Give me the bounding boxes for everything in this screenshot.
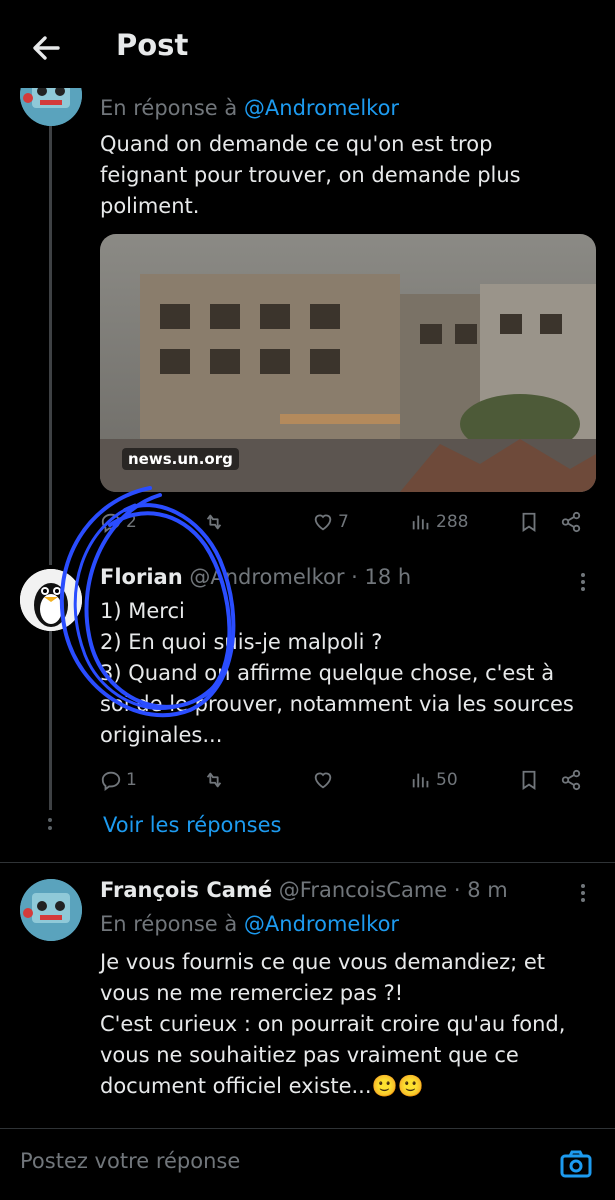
- reply-to-line: En réponse à @Andromelkor: [100, 96, 399, 120]
- views-count: 50: [436, 770, 458, 790]
- reply-icon: [101, 771, 121, 791]
- like-button[interactable]: [312, 765, 338, 795]
- tweet-actions: 1 50: [100, 765, 595, 795]
- views-chart-icon: [412, 515, 429, 530]
- tweet-text-line: 3) Quand on affirme quelque chose, c'est…: [100, 661, 555, 685]
- tweet-actions: 2 7 288: [100, 507, 595, 537]
- reply-to-handle[interactable]: @Andromelkor: [244, 96, 399, 120]
- page-title: Post: [116, 28, 189, 62]
- tweet-text-line: poliment.: [100, 194, 200, 218]
- tweet-header: François Camé @FrancoisCame · 8 m: [100, 878, 508, 902]
- avatar[interactable]: [20, 879, 82, 941]
- views-count: 288: [436, 512, 469, 532]
- heart-icon: [314, 514, 332, 531]
- repost-button[interactable]: [203, 507, 229, 537]
- bookmark-button[interactable]: [518, 765, 540, 795]
- views-chart-icon: [412, 773, 429, 788]
- author-name[interactable]: François Camé: [100, 878, 272, 902]
- share-icon: [561, 511, 581, 533]
- compose-bar: Postez votre réponse: [0, 1128, 615, 1200]
- reply-to-label: En réponse à: [100, 96, 244, 120]
- reply-to-label: En réponse à: [100, 912, 244, 936]
- thread-gap-dots: [48, 818, 53, 838]
- share-icon: [561, 769, 581, 791]
- like-button[interactable]: 7: [312, 507, 349, 537]
- tweet-text-line: Je vous fournis ce que vous demandiez; e…: [100, 950, 546, 974]
- tweet-text: 1) Merci 2) En quoi suis-je malpoli ? 3)…: [100, 596, 574, 751]
- repost-icon: [206, 772, 222, 788]
- bookmark-icon: [522, 512, 536, 532]
- repost-button[interactable]: [203, 765, 229, 795]
- tweet-text: Quand on demande ce qu'on est trop feign…: [100, 129, 521, 222]
- tweet-text-line: soi de le prouver, notamment via les sou…: [100, 692, 574, 716]
- reply-to-handle[interactable]: @Andromelkor: [244, 912, 399, 936]
- avatar[interactable]: [20, 569, 82, 631]
- author-handle[interactable]: @Andromelkor: [189, 565, 344, 589]
- link-domain: news.un.org: [122, 448, 239, 470]
- tweet-text-line: vous ne me remerciez pas ?!: [100, 981, 404, 1005]
- divider: [0, 862, 615, 863]
- reply-button[interactable]: 2: [100, 507, 137, 537]
- tweet-text-line: C'est curieux : on pourrait croire qu'au…: [100, 1012, 566, 1036]
- reply-count: 1: [126, 770, 137, 790]
- share-button[interactable]: [560, 765, 582, 795]
- thread-connector-line: [49, 630, 52, 810]
- reply-input[interactable]: Postez votre réponse: [20, 1149, 240, 1173]
- camera-icon[interactable]: [559, 1147, 593, 1181]
- more-options-icon[interactable]: [581, 884, 587, 906]
- tweet-time: · 18 h: [344, 565, 412, 589]
- author-name[interactable]: Florian: [100, 565, 183, 589]
- show-replies-link[interactable]: Voir les réponses: [103, 813, 281, 837]
- repost-icon: [206, 514, 222, 530]
- tweet-text: Je vous fournis ce que vous demandiez; e…: [100, 947, 565, 1102]
- tweet-time: · 8 m: [447, 878, 508, 902]
- like-count: 7: [338, 512, 349, 532]
- tweet-text-line: vous ne souhaitiez pas vraiment que ce: [100, 1043, 519, 1067]
- views-button[interactable]: 50: [410, 765, 458, 795]
- tweet-header: Florian @Andromelkor · 18 h: [100, 565, 411, 589]
- tweet-text-line: 1) Merci: [100, 599, 185, 623]
- tweet-text-line: Quand on demande ce qu'on est trop: [100, 132, 493, 156]
- top-bar: Post: [0, 0, 615, 88]
- reply-count: 2: [126, 512, 137, 532]
- heart-icon: [314, 772, 332, 789]
- tweet-text-line: document officiel existe...🙂🙂: [100, 1074, 424, 1098]
- tweet-text-line: originales...: [100, 723, 223, 747]
- bookmark-button[interactable]: [518, 507, 540, 537]
- share-button[interactable]: [560, 507, 582, 537]
- reply-button[interactable]: 1: [100, 765, 137, 795]
- link-preview-card[interactable]: news.un.org: [100, 234, 596, 492]
- back-arrow-icon[interactable]: [28, 30, 64, 66]
- bookmark-icon: [522, 770, 536, 790]
- more-options-icon[interactable]: [581, 573, 587, 595]
- tweet-text-line: feignant pour trouver, on demande plus: [100, 163, 521, 187]
- reply-to-line: En réponse à @Andromelkor: [100, 912, 399, 936]
- thread-connector-line: [49, 110, 52, 565]
- author-handle[interactable]: @FrancoisCame: [279, 878, 447, 902]
- tweet-text-line: 2) En quoi suis-je malpoli ?: [100, 630, 383, 654]
- reply-icon: [101, 513, 121, 533]
- views-button[interactable]: 288: [410, 507, 468, 537]
